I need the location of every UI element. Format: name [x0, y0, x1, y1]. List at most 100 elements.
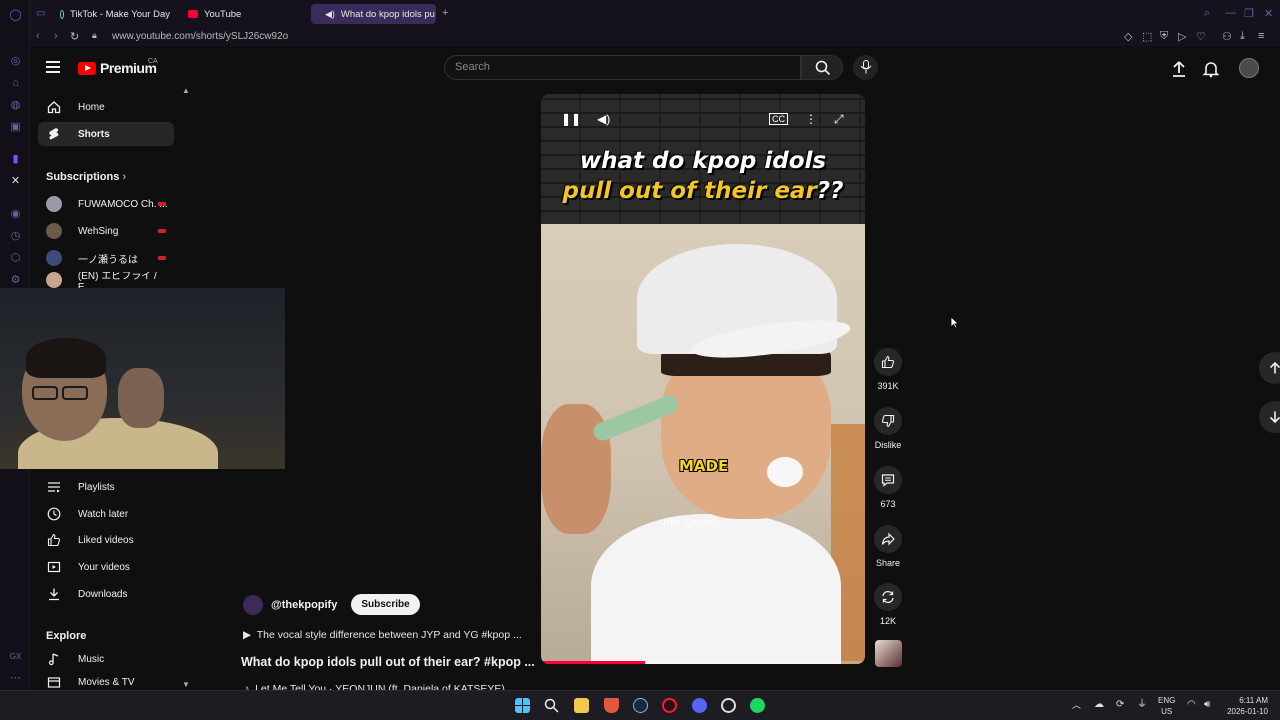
pause-icon[interactable]: ❚❚	[561, 112, 581, 126]
bookmark-icon[interactable]: ◇	[1124, 30, 1132, 43]
close-icon[interactable]: ✕	[1264, 7, 1273, 20]
clock[interactable]: 6:11 AM 2026-01-10	[1224, 695, 1268, 717]
more-vert-icon[interactable]: ⋮	[805, 112, 817, 126]
file-explorer-icon[interactable]	[574, 698, 589, 713]
sidebar-item-shorts[interactable]: Shorts	[38, 122, 174, 146]
reload-icon[interactable]: ↻	[70, 30, 79, 43]
search-box[interactable]: Search	[444, 55, 801, 80]
video-title[interactable]: What do kpop idols pull out of their ear…	[241, 655, 535, 669]
gx-icon[interactable]: GX	[9, 650, 22, 663]
discord-icon[interactable]	[692, 698, 707, 713]
wifi-icon[interactable]: ◠	[1187, 699, 1196, 710]
sidebar-item-playlists[interactable]: Playlists	[38, 475, 174, 499]
search-tabs-icon[interactable]: ⌕	[1204, 7, 1210, 20]
sidebar-item-your-videos[interactable]: Your videos	[38, 555, 174, 579]
minimize-icon[interactable]: —	[1225, 7, 1236, 19]
tab-current-video[interactable]: ◀) What do kpop idols pu	[311, 4, 436, 24]
tab-menu-icon[interactable]: ▭	[36, 8, 45, 19]
subscription-item[interactable]: (EN) エビフライ / E...	[38, 272, 174, 288]
onedrive-icon[interactable]: ☁	[1094, 699, 1104, 710]
player-icon[interactable]: ◉	[9, 208, 22, 221]
tray-chevron-up-icon[interactable]: ︿	[1072, 700, 1081, 711]
search-icon[interactable]	[544, 698, 559, 713]
channel-name[interactable]: @thekpopify	[271, 599, 337, 611]
maximize-icon[interactable]: ❐	[1244, 7, 1254, 20]
short-video-player[interactable]: what do kpop idols pull out of their ear…	[541, 94, 865, 664]
sidebar-item-music[interactable]: Music	[38, 647, 174, 671]
youtube-logo[interactable]: Premium	[78, 60, 157, 76]
search-button[interactable]	[801, 55, 843, 80]
back-icon[interactable]: ‹	[36, 30, 40, 42]
fullscreen-icon[interactable]: ⤢	[834, 112, 844, 127]
upload-icon[interactable]	[1170, 60, 1188, 78]
download-icon[interactable]: ⤓	[1240, 30, 1245, 43]
volume-icon[interactable]: ◀)	[597, 112, 610, 126]
remix-button[interactable]: 12K	[872, 583, 904, 626]
brave-icon[interactable]	[604, 698, 619, 713]
settings-icon[interactable]: ⚙	[9, 274, 22, 287]
sidebar-item-movies-tv[interactable]: Movies & TV	[38, 674, 174, 690]
speaker-icon[interactable]: 🔊︎	[1204, 699, 1210, 710]
progress-bar[interactable]	[541, 661, 865, 664]
spotify-icon[interactable]	[750, 698, 765, 713]
speed-dial-icon[interactable]: ◎	[9, 55, 22, 68]
search-input[interactable]: Search	[455, 61, 490, 73]
more-icon[interactable]: ⋯	[9, 672, 22, 685]
account-icon[interactable]: ⚇	[1222, 30, 1232, 43]
snapshot-icon[interactable]: ⬚	[1142, 30, 1152, 43]
sidebar-item-downloads[interactable]: Downloads	[38, 582, 174, 606]
live-indicator-icon	[158, 229, 166, 233]
share-button[interactable]: Share	[872, 525, 904, 568]
captions-icon[interactable]: CC	[769, 113, 788, 125]
forward-icon[interactable]: ›	[54, 30, 58, 42]
obs-icon[interactable]	[721, 698, 736, 713]
opera-gx-icon[interactable]	[662, 698, 677, 713]
previous-short-button[interactable]	[1259, 352, 1280, 384]
next-short-button[interactable]	[1259, 401, 1280, 433]
history-icon[interactable]: ◷	[9, 230, 22, 243]
hamburger-menu-icon[interactable]	[46, 61, 60, 76]
comments-button[interactable]: 673	[872, 466, 904, 509]
subscription-item[interactable]: 一ノ瀬うるは	[38, 246, 174, 270]
thumbs-down-icon	[881, 414, 895, 428]
language-indicator[interactable]: ENG US	[1158, 695, 1175, 717]
bag-icon[interactable]: ⌂	[9, 77, 22, 90]
url-field[interactable]: www.youtube.com/shorts/ySLJ26cw92o	[112, 31, 288, 42]
related-video-link[interactable]: ▶ The vocal style difference between JYP…	[243, 629, 522, 641]
twitch-icon[interactable]: ▮	[9, 153, 22, 166]
subscriptions-title[interactable]: Subscriptions ›	[46, 171, 126, 183]
account-avatar[interactable]	[1239, 58, 1259, 78]
subscription-item[interactable]: FUWAMOCO Ch. ...	[38, 192, 174, 216]
audio-thumbnail[interactable]	[875, 640, 902, 667]
extensions-icon[interactable]: ⬡	[9, 252, 22, 265]
mail-icon[interactable]: ▣	[9, 121, 22, 134]
chevron-down-icon[interactable]: ▼	[182, 680, 190, 689]
new-tab-icon[interactable]: +	[442, 7, 448, 19]
like-button[interactable]: 391K	[872, 348, 904, 391]
tab-youtube[interactable]: YouTube	[180, 4, 300, 24]
voice-search-button[interactable]	[853, 55, 878, 80]
tab-tiktok[interactable]: TikTok - Make Your Day	[52, 4, 178, 24]
browser-logo-icon[interactable]: ◯	[9, 9, 22, 22]
dislike-button[interactable]: Dislike	[872, 407, 904, 450]
webcam-glasses	[62, 386, 88, 400]
sidebar-item-home[interactable]: Home	[38, 95, 174, 119]
notifications-bell-icon[interactable]	[1202, 60, 1220, 78]
microphone-icon[interactable]: ⏚	[1137, 699, 1147, 710]
play-icon: ▶	[243, 629, 252, 641]
windows-start-icon[interactable]	[515, 698, 530, 713]
subscription-item[interactable]: WehSing	[38, 219, 174, 243]
steam-icon[interactable]	[633, 698, 648, 713]
messenger-icon[interactable]: ◍	[9, 99, 22, 112]
shield-icon[interactable]: ⛨	[1160, 30, 1168, 43]
sync-icon[interactable]: ⟳	[1116, 699, 1124, 710]
player-control-icon[interactable]: ▷	[1178, 30, 1186, 43]
heart-icon[interactable]: ♡	[1196, 30, 1206, 43]
menu-icon[interactable]: ≡	[1258, 30, 1264, 42]
sidebar-item-watch-later[interactable]: Watch later	[38, 502, 174, 526]
collapse-arrow-icon[interactable]: ▲	[182, 86, 190, 95]
subscribe-button[interactable]: Subscribe	[351, 594, 420, 615]
x-icon[interactable]: ✕	[9, 175, 22, 188]
sidebar-item-liked-videos[interactable]: Liked videos	[38, 528, 174, 552]
channel-avatar[interactable]	[243, 594, 263, 615]
